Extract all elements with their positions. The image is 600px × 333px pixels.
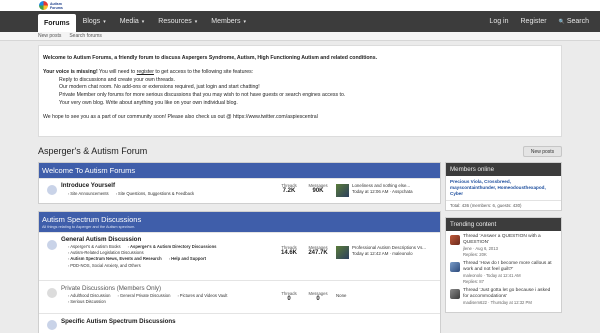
category-description: All things relating to Asperger and the … xyxy=(42,225,136,229)
logo-mark-icon xyxy=(39,1,48,10)
forum-icon xyxy=(47,185,57,195)
subforum-link[interactable]: Autism-Related Legislation Discussions xyxy=(68,250,144,255)
members-online-block: Members online Precious Viola, Crossbree… xyxy=(445,162,562,211)
online-members-list[interactable]: Precious Viola, Crossbreed, mayscontaint… xyxy=(450,179,546,196)
chevron-down-icon: ▾ xyxy=(243,18,246,25)
closing-text: We hope to see you as a part of our comm… xyxy=(43,113,318,120)
category-welcome: Welcome To Autism Forums Introduce Yours… xyxy=(38,162,441,204)
logo-text-line2: Forums xyxy=(50,5,63,10)
logo-text-line1: Autism xyxy=(50,1,62,6)
threads-stat: Threads 0 xyxy=(281,291,297,302)
avatar xyxy=(336,184,349,197)
forum-node-specific: Specific Autism Spectrum Discussions xyxy=(39,313,440,333)
register-link[interactable]: register xyxy=(137,69,154,75)
subforum-link[interactable]: Help and Support xyxy=(169,256,206,261)
threads-stat: Threads 7.2K xyxy=(281,183,297,194)
trending-item[interactable]: Thread 'Answer a QUESTION with a QUESTIO… xyxy=(450,234,557,258)
forum-node-introduce: Introduce Yourself Site Announcements Si… xyxy=(39,178,440,203)
subforum-link[interactable]: General Private Discussion xyxy=(118,293,171,298)
sidebar: Members online Precious Viola, Crossbree… xyxy=(445,162,562,319)
subforum-link[interactable]: Asperger's & Autism Books xyxy=(68,244,121,249)
nav-resources[interactable]: Resources ▾ xyxy=(151,11,204,32)
welcome-text: Welcome to Autism Forums, a friendly for… xyxy=(43,55,378,61)
chevron-down-icon: ▾ xyxy=(194,18,198,25)
trending-item[interactable]: Thread 'How do I become more callous at … xyxy=(450,261,557,285)
subforum-link[interactable]: Serious Discussion xyxy=(68,299,106,304)
nav-members[interactable]: Members ▾ xyxy=(204,11,253,32)
threads-stat: Threads 14.6K xyxy=(280,245,297,256)
node-title[interactable]: Private Discussions (Members Only) xyxy=(61,285,161,292)
category-title[interactable]: Autism Spectrum Discussions xyxy=(42,215,437,224)
messages-stat: Messages 247.7K xyxy=(308,245,328,256)
subnav-search-forums[interactable]: Search forums xyxy=(69,33,102,39)
forum-icon xyxy=(47,240,57,250)
latest-post: None xyxy=(336,293,347,298)
search-icon: 🔍 xyxy=(558,18,565,25)
subforum-link[interactable]: Autism Spectrum News, Events and Researc… xyxy=(68,256,162,261)
feature-item: Private Member only forums for more seri… xyxy=(59,92,346,99)
main-nav: Forums Blogs ▾ Media ▾ Resources ▾ Members ▾… xyxy=(0,11,600,32)
feature-item: Your very own blog. Write about anything… xyxy=(59,99,238,106)
avatar xyxy=(336,246,349,259)
subforum-link[interactable]: Adulthood Discussion xyxy=(68,293,111,298)
online-total: Total: 436 (members: 6, guests: 430) xyxy=(446,200,561,210)
block-title[interactable]: Members online xyxy=(446,163,561,176)
welcome-notice: Welcome to Autism Forums, a friendly for… xyxy=(38,45,562,137)
category-autism-spectrum: Autism Spectrum Discussions All things r… xyxy=(38,211,441,333)
top-header: Autism Forums xyxy=(0,0,600,11)
new-posts-button[interactable]: New posts xyxy=(523,146,562,157)
login-button[interactable]: Log in xyxy=(483,18,514,25)
messages-stat: Messages 0 xyxy=(308,291,328,302)
forum-icon xyxy=(47,288,57,298)
messages-stat: Messages 90K xyxy=(308,183,328,194)
subforum-link[interactable]: Pictures and Videos Vault xyxy=(178,293,228,298)
feature-item: Reply to discussions and create your own… xyxy=(59,76,175,83)
forum-icon xyxy=(47,320,57,330)
sub-nav: New posts Search forums xyxy=(0,32,600,41)
block-title[interactable]: Trending content xyxy=(446,218,561,231)
page-title: Asperger's & Autism Forum xyxy=(38,146,148,156)
chevron-down-icon: ▾ xyxy=(141,18,145,25)
category-title[interactable]: Welcome To Autism Forums xyxy=(42,166,437,175)
node-title[interactable]: Specific Autism Spectrum Discussions xyxy=(61,318,176,325)
feature-item: Our modern chat room. No add-ons or exte… xyxy=(59,84,260,91)
forum-node-private: Private Discussions (Members Only) Adult… xyxy=(39,280,440,313)
avatar xyxy=(450,262,460,272)
nav-blogs[interactable]: Blogs ▾ xyxy=(76,11,113,32)
trending-block: Trending content Thread 'Answer a QUESTI… xyxy=(445,217,562,313)
chevron-down-icon: ▾ xyxy=(103,18,106,25)
avatar xyxy=(450,289,460,299)
voice-missing-text: Your voice is missing! xyxy=(43,68,98,75)
latest-post[interactable]: Professional Autism Descriptions Vs... T… xyxy=(336,245,440,259)
trending-item[interactable]: Thread 'Just gotta let go because i aske… xyxy=(450,288,557,306)
subforum-link[interactable]: Site Questions, Suggestions & Feedback xyxy=(116,191,194,196)
node-title[interactable]: General Autism Discussion xyxy=(61,236,141,243)
forum-list: Welcome To Autism Forums Introduce Yours… xyxy=(38,162,441,333)
nav-media[interactable]: Media ▾ xyxy=(113,11,152,32)
node-title[interactable]: Introduce Yourself xyxy=(61,182,115,189)
subforum-link[interactable]: Site Announcements xyxy=(68,191,109,196)
avatar xyxy=(450,235,460,245)
nav-forums[interactable]: Forums xyxy=(38,14,76,32)
subnav-new-posts[interactable]: New posts xyxy=(38,33,61,39)
site-logo[interactable]: Autism Forums xyxy=(39,1,63,10)
register-button[interactable]: Register xyxy=(515,18,553,25)
forum-node-general: General Autism Discussion Asperger's & A… xyxy=(39,232,440,280)
subforum-link[interactable]: Asperger's & Autism Directory Discussion… xyxy=(128,244,217,249)
subforum-link[interactable]: PDD-NOS, Social Anxiety, and Others xyxy=(68,263,141,268)
search-button[interactable]: 🔍 Search xyxy=(553,18,595,25)
latest-post[interactable]: Loneliness and nothing else... Today at … xyxy=(336,183,440,197)
